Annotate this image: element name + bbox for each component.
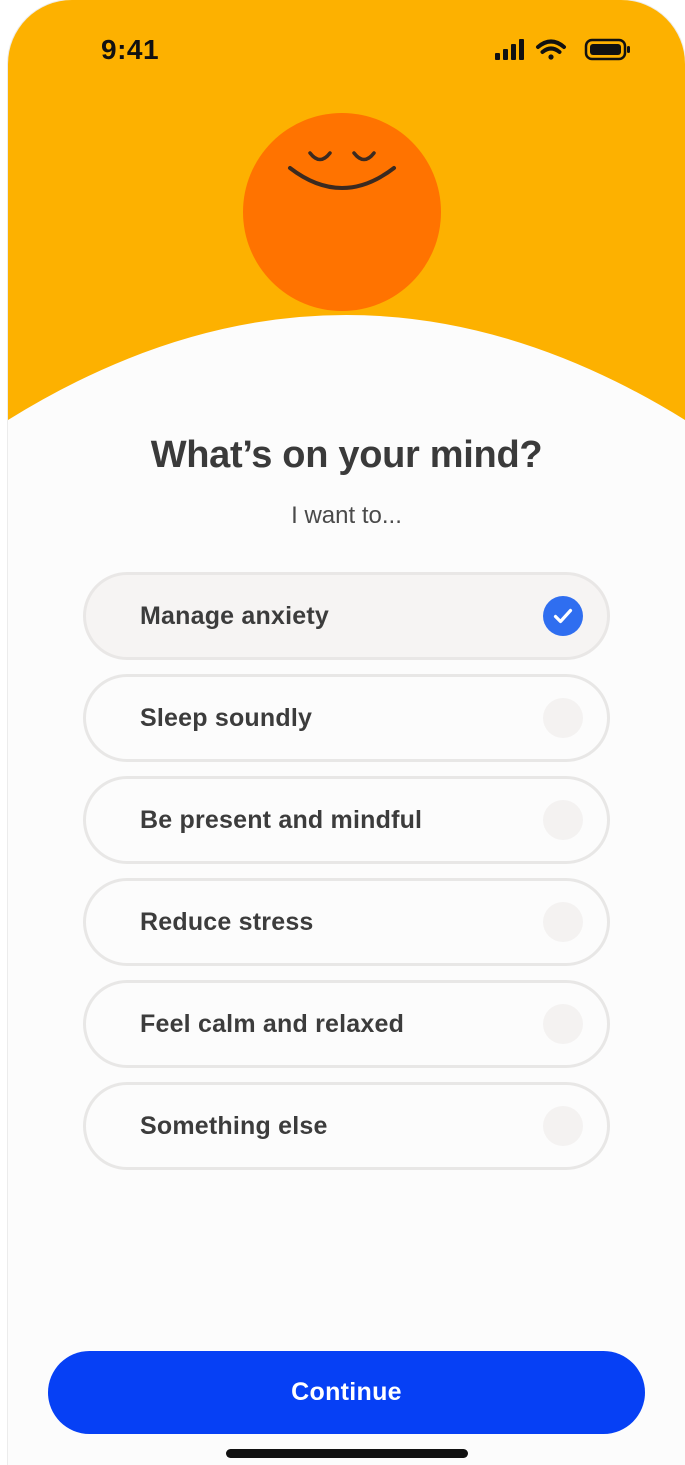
option-label: Sleep soundly <box>140 704 313 732</box>
page-title: What’s on your mind? <box>150 434 543 476</box>
option-label: Something else <box>140 1112 328 1140</box>
option-reduce-stress[interactable]: Reduce stress <box>83 878 610 966</box>
page-subtitle: I want to... <box>291 502 402 529</box>
radio-circle-icon[interactable] <box>543 698 583 738</box>
option-manage-anxiety[interactable]: Manage anxiety <box>83 572 610 660</box>
checkmark-icon[interactable] <box>543 596 583 636</box>
option-be-present-and-mindful[interactable]: Be present and mindful <box>83 776 610 864</box>
option-list: Manage anxiety Sleep soundly Be present … <box>83 572 610 1184</box>
continue-button[interactable]: Continue <box>48 1351 645 1434</box>
option-label: Manage anxiety <box>140 602 329 630</box>
phone-screen: 9:41 What’s on your mind? I want to... M… <box>8 0 685 1465</box>
option-label: Reduce stress <box>140 908 314 936</box>
onboarding-content: What’s on your mind? I want to... Manage… <box>8 0 685 1465</box>
option-feel-calm-and-relaxed[interactable]: Feel calm and relaxed <box>83 980 610 1068</box>
radio-circle-icon[interactable] <box>543 1004 583 1044</box>
option-sleep-soundly[interactable]: Sleep soundly <box>83 674 610 762</box>
home-indicator <box>226 1449 468 1458</box>
option-label: Feel calm and relaxed <box>140 1010 405 1038</box>
option-label: Be present and mindful <box>140 806 423 834</box>
radio-circle-icon[interactable] <box>543 800 583 840</box>
radio-circle-icon[interactable] <box>543 1106 583 1146</box>
radio-circle-icon[interactable] <box>543 902 583 942</box>
option-something-else[interactable]: Something else <box>83 1082 610 1170</box>
